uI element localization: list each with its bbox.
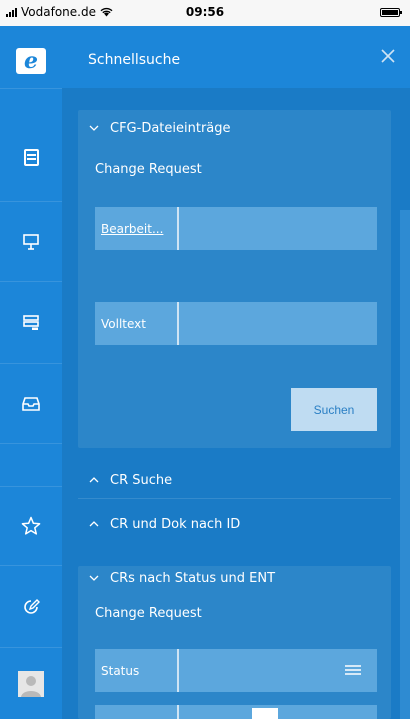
inbox-icon [22, 396, 40, 411]
close-icon [381, 49, 395, 63]
catalog-icon [23, 149, 39, 166]
page-title: Schnellsuche [88, 52, 181, 68]
app-logo[interactable]: e [0, 36, 62, 86]
section-cfg-title: CFG-Dateieinträge [110, 120, 231, 136]
section-status-ent-title: CRs nach Status und ENT [110, 570, 276, 586]
star-icon [21, 516, 41, 535]
section-status-ent-header[interactable]: CRs nach Status und ENT [78, 560, 391, 596]
next-field-label [95, 705, 179, 719]
bearbeiter-field[interactable]: Bearbeit... [95, 207, 377, 250]
volltext-input[interactable] [179, 302, 377, 345]
sidebar-item-inbox[interactable] [0, 364, 62, 444]
section-cr-dok-header[interactable]: CR und Dok nach ID [78, 506, 391, 542]
section-cr-suche-header[interactable]: CR Suche [78, 462, 391, 498]
divider [78, 498, 391, 499]
chevron-down-icon [89, 575, 99, 581]
presentation-icon [23, 233, 39, 250]
sidebar-item-user[interactable] [0, 648, 62, 719]
logo-e-icon: e [16, 48, 46, 74]
section-cr-dok-title: CR und Dok nach ID [110, 516, 241, 532]
cfg-label: Change Request [95, 162, 202, 177]
bearbeiter-label[interactable]: Bearbeit... [95, 207, 179, 250]
status-input[interactable] [179, 649, 377, 692]
status-bar: Vodafone.de 09:56 [0, 0, 410, 26]
status-label: Status [95, 649, 179, 692]
sidebar-item-presentation[interactable] [0, 202, 62, 282]
sidebar: e [0, 26, 62, 719]
section-cfg-header[interactable]: CFG-Dateieinträge [78, 110, 391, 146]
next-field[interactable] [95, 705, 377, 719]
header: Schnellsuche [62, 26, 410, 88]
scrollbar-track[interactable] [400, 88, 410, 719]
sidebar-item-favorites[interactable] [0, 486, 62, 566]
volltext-label: Volltext [95, 302, 179, 345]
search-panel: CFG-Dateieinträge Change Request Bearbei… [62, 88, 410, 719]
close-button[interactable] [376, 44, 400, 68]
next-field-input[interactable] [179, 705, 377, 719]
menu-icon[interactable] [345, 665, 361, 676]
edit-icon [24, 598, 40, 614]
chevron-up-icon [89, 521, 99, 527]
server-icon [23, 314, 39, 330]
search-button[interactable]: Suchen [291, 388, 377, 431]
chevron-down-icon [89, 125, 99, 131]
sidebar-item-edit[interactable] [0, 566, 62, 648]
sidebar-item-catalog[interactable] [0, 114, 62, 202]
scrollbar-thumb[interactable] [400, 210, 410, 719]
status-ent-label: Change Request [95, 606, 202, 621]
status-field[interactable]: Status [95, 649, 377, 692]
checkbox[interactable] [252, 708, 278, 719]
clock: 09:56 [185, 5, 225, 19]
user-icon [18, 670, 44, 697]
sidebar-item-server[interactable] [0, 282, 62, 364]
bearbeiter-input[interactable] [179, 207, 377, 250]
battery-icon [380, 8, 402, 17]
chevron-up-icon [89, 477, 99, 483]
volltext-field[interactable]: Volltext [95, 302, 377, 345]
section-cr-suche-title: CR Suche [110, 472, 173, 488]
